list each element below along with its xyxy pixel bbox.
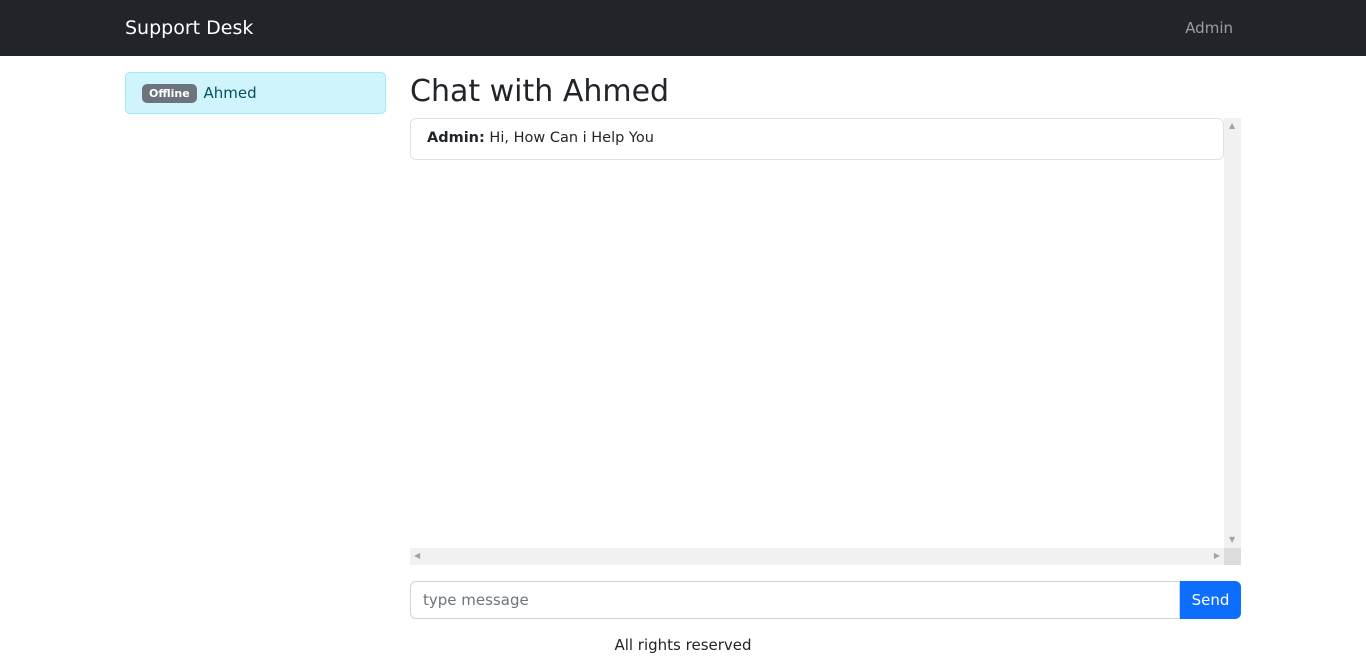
- message-sender: Admin:: [427, 130, 485, 146]
- footer-text: All rights reserved: [614, 636, 752, 654]
- navbar: Support Desk Admin: [0, 0, 1366, 56]
- chat-messages: Admin: Hi, How Can i Help You ▲ ▼ ◀ ▶: [410, 118, 1241, 565]
- scroll-down-icon[interactable]: ▼: [1229, 536, 1235, 544]
- brand[interactable]: Support Desk: [125, 17, 253, 39]
- scrollbar-corner: [1224, 548, 1241, 565]
- message-text: Hi, How Can i Help You: [489, 130, 654, 146]
- horizontal-scrollbar[interactable]: ◀ ▶: [410, 548, 1224, 565]
- user-name: Ahmed: [203, 84, 257, 102]
- message: Admin: Hi, How Can i Help You: [410, 118, 1224, 160]
- message-composer: Send: [410, 581, 1241, 619]
- status-badge: Offline: [142, 84, 197, 103]
- scroll-up-icon[interactable]: ▲: [1229, 122, 1235, 130]
- admin-link[interactable]: Admin: [1185, 19, 1233, 37]
- vertical-scrollbar[interactable]: ▲ ▼: [1224, 118, 1241, 548]
- user-list-item[interactable]: Offline Ahmed: [125, 72, 386, 114]
- message-input[interactable]: [410, 581, 1180, 619]
- send-button[interactable]: Send: [1180, 581, 1241, 619]
- page-title: Chat with Ahmed: [410, 74, 670, 109]
- scroll-left-icon[interactable]: ◀: [414, 552, 420, 560]
- scroll-right-icon[interactable]: ▶: [1214, 552, 1220, 560]
